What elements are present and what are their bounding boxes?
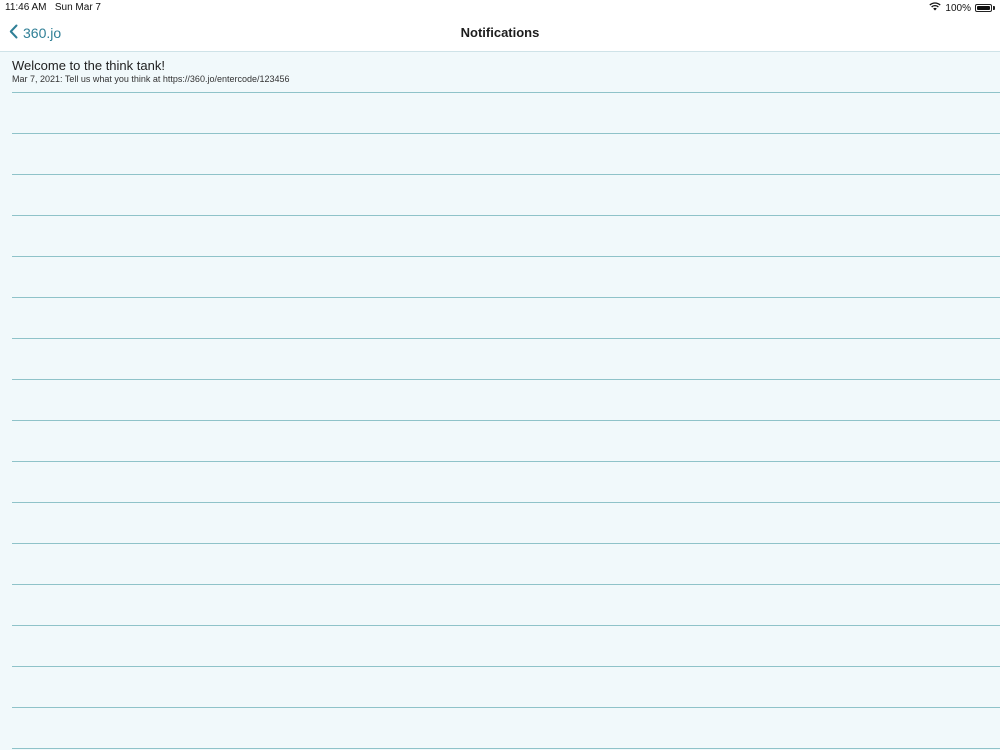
wifi-icon	[929, 2, 942, 14]
empty-row	[12, 175, 1000, 216]
empty-row	[12, 667, 1000, 708]
empty-row	[12, 257, 1000, 298]
battery-icon	[975, 4, 995, 12]
empty-row	[12, 544, 1000, 585]
navigation-bar: 360.jo Notifications	[0, 16, 1000, 52]
page-title: Notifications	[460, 25, 540, 40]
empty-row	[12, 339, 1000, 380]
empty-row	[12, 298, 1000, 339]
empty-row	[12, 503, 1000, 544]
empty-row	[12, 93, 1000, 134]
empty-row	[12, 462, 1000, 503]
status-date: Sun Mar 7	[54, 2, 101, 13]
empty-row	[12, 134, 1000, 175]
empty-row	[12, 708, 1000, 749]
status-time: 11:46 AM Sun Mar 7	[5, 2, 101, 13]
empty-row	[12, 585, 1000, 626]
battery-body	[975, 4, 992, 12]
status-clock: 11:46 AM	[5, 2, 47, 13]
notification-title: Welcome to the think tank!	[12, 58, 165, 73]
notification-subtitle: Mar 7, 2021: Tell us what you think at h…	[12, 74, 290, 84]
notification-list: Welcome to the think tank! Mar 7, 2021: T…	[0, 52, 1000, 750]
battery-cap	[993, 6, 995, 10]
status-bar: 11:46 AM Sun Mar 7 100%	[0, 0, 1000, 16]
empty-row	[12, 626, 1000, 667]
battery-fill	[977, 6, 990, 10]
empty-row	[12, 380, 1000, 421]
battery-percent: 100%	[945, 2, 971, 14]
status-right: 100%	[929, 2, 995, 14]
empty-row	[12, 421, 1000, 462]
notification-row[interactable]: Welcome to the think tank! Mar 7, 2021: T…	[12, 52, 1000, 93]
empty-row	[12, 216, 1000, 257]
